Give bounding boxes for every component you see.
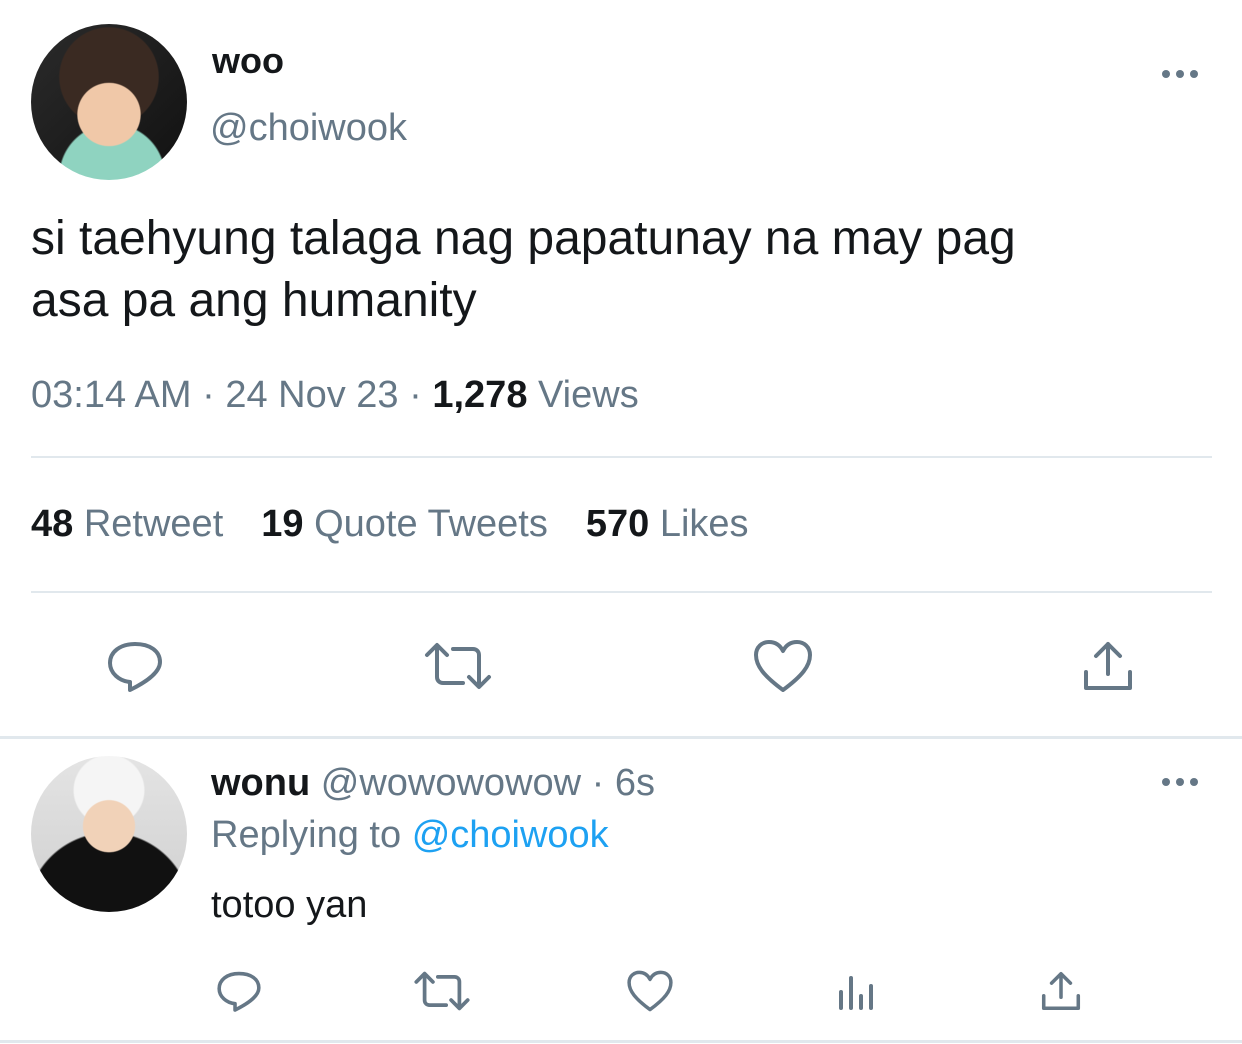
reply-like-button[interactable]: [624, 966, 676, 1016]
heart-icon: [754, 640, 812, 692]
likes-count: 570: [585, 503, 650, 545]
reply-author-avatar[interactable]: [31, 756, 187, 912]
reply-button[interactable]: [100, 634, 170, 698]
meta-separator: ·: [202, 374, 215, 416]
reply-handle[interactable]: @wowowowow: [321, 762, 581, 804]
tweet-stats: 48 Retweet 19 Quote Tweets 570 Likes: [31, 503, 787, 546]
author-handle[interactable]: @choiwook: [210, 107, 407, 150]
divider: [31, 456, 1212, 458]
reply-analytics-button[interactable]: [832, 966, 880, 1016]
meta-separator: ·: [409, 374, 422, 416]
reply-header: wonu @wowowowow · 6s: [211, 762, 655, 805]
tweet-text-line: asa pa ang humanity: [31, 274, 477, 327]
analytics-bars-icon: [839, 976, 873, 1010]
retweet-icon: [414, 971, 470, 1011]
reply-age[interactable]: 6s: [615, 762, 655, 804]
tweet-text: si taehyung talaga nag papatunay na may …: [31, 208, 1211, 332]
likes-stat[interactable]: 570 Likes: [586, 503, 749, 546]
views-count: 1,278: [432, 374, 528, 416]
more-horizontal-icon: [1162, 778, 1170, 786]
divider: [31, 591, 1212, 593]
reply-display-name[interactable]: wonu: [211, 762, 310, 804]
more-horizontal-icon: [1162, 70, 1170, 78]
reply-bubble-icon: [217, 971, 261, 1012]
author-display-name[interactable]: woo: [212, 40, 284, 82]
quotes-label: Quote Tweets: [314, 503, 548, 545]
author-avatar[interactable]: [31, 24, 187, 180]
reply-reply-button[interactable]: [214, 966, 264, 1016]
reply-bubble-icon: [108, 642, 162, 692]
tweet-meta: 03:14 AM · 24 Nov 23 · 1,278 Views: [31, 374, 639, 417]
share-upload-icon: [1041, 971, 1081, 1011]
section-divider: [0, 736, 1242, 739]
tweet-time[interactable]: 03:14 AM: [31, 374, 192, 416]
quotes-count: 19: [261, 503, 304, 545]
like-button[interactable]: [750, 634, 816, 698]
retweet-button[interactable]: [420, 634, 496, 698]
retweets-count: 48: [31, 503, 74, 545]
more-options-button[interactable]: [1162, 70, 1198, 78]
reply-retweet-button[interactable]: [412, 966, 472, 1016]
bottom-divider: [0, 1040, 1242, 1043]
retweets-label: Retweet: [83, 503, 224, 545]
reply-share-button[interactable]: [1036, 966, 1086, 1016]
likes-label: Likes: [659, 503, 749, 545]
tweet-text-line: si taehyung talaga nag papatunay na may …: [31, 212, 1016, 265]
share-button[interactable]: [1078, 634, 1138, 698]
reply-more-options-button[interactable]: [1162, 778, 1198, 786]
reply-separator: ·: [591, 762, 605, 804]
quotes-stat[interactable]: 19 Quote Tweets: [261, 503, 548, 546]
retweet-icon: [425, 643, 491, 689]
share-upload-icon: [1084, 642, 1132, 690]
tweet-date[interactable]: 24 Nov 23: [225, 374, 398, 416]
retweets-stat[interactable]: 48 Retweet: [31, 503, 223, 546]
replying-to-label: Replying to: [211, 814, 402, 856]
heart-icon: [627, 970, 673, 1012]
views-label: Views: [538, 374, 639, 416]
reply-text: totoo yan: [211, 884, 368, 926]
replying-to: Replying to @choiwook: [211, 814, 609, 857]
replying-to-handle-link[interactable]: @choiwook: [412, 814, 609, 856]
